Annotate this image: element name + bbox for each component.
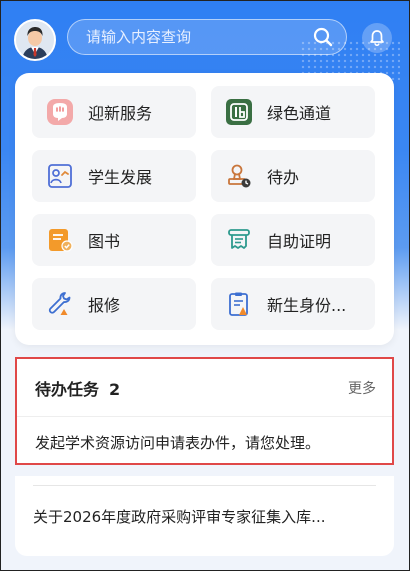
todo-message[interactable]: 发起学术资源访问申请表办件，请您处理。 xyxy=(35,432,320,453)
search-icon[interactable] xyxy=(312,26,334,48)
service-label: 迎新服务 xyxy=(88,104,153,123)
service-self-certificate[interactable]: 自助证明 xyxy=(211,214,375,266)
user-avatar-icon xyxy=(16,21,54,59)
avatar[interactable] xyxy=(14,19,56,61)
notice-item[interactable]: 关于2026年度政府采购评审专家征集入库... xyxy=(33,506,325,527)
service-label: 报修 xyxy=(88,296,121,315)
todo-header: 待办任务 2 xyxy=(35,376,120,400)
service-welcome[interactable]: 迎新服务 xyxy=(32,86,196,138)
student-development-icon xyxy=(48,164,72,188)
service-student-development[interactable]: 学生发展 xyxy=(32,150,196,202)
notification-button[interactable] xyxy=(362,23,392,53)
service-label: 学生发展 xyxy=(88,168,153,187)
services-panel: 迎新服务 绿色通道 学生发展 待办 图书 自助证明 报修 新生身份... xyxy=(15,73,394,345)
welcome-icon xyxy=(47,99,73,125)
service-new-student-identity[interactable]: 新生身份... xyxy=(211,278,375,330)
todo-card[interactable]: 待办任务 2 更多 发起学术资源访问申请表办件，请您处理。 xyxy=(15,357,394,465)
self-certificate-icon xyxy=(228,229,250,249)
more-link[interactable]: 更多 xyxy=(348,378,376,398)
service-label: 自助证明 xyxy=(267,232,332,251)
bell-icon xyxy=(370,30,384,47)
book-icon xyxy=(49,229,73,252)
new-student-identity-icon xyxy=(229,292,248,316)
service-label: 新生身份... xyxy=(267,296,347,315)
search-bar[interactable] xyxy=(67,19,347,55)
notice-card: 关于2026年度政府采购评审专家征集入库... xyxy=(15,476,394,556)
service-label: 待办 xyxy=(267,168,300,187)
todo-stamp-icon xyxy=(228,164,251,188)
divider xyxy=(33,485,376,486)
service-book[interactable]: 图书 xyxy=(32,214,196,266)
service-label: 图书 xyxy=(88,232,121,251)
service-todo[interactable]: 待办 xyxy=(211,150,375,202)
search-input[interactable] xyxy=(68,27,312,47)
todo-title: 待办任务 xyxy=(35,380,100,399)
divider xyxy=(17,416,392,417)
service-repair[interactable]: 报修 xyxy=(32,278,196,330)
green-channel-icon xyxy=(226,99,252,125)
repair-wrench-icon xyxy=(48,292,71,315)
service-green-channel[interactable]: 绿色通道 xyxy=(211,86,375,138)
service-label: 绿色通道 xyxy=(267,104,332,123)
todo-count: 2 xyxy=(109,380,121,399)
